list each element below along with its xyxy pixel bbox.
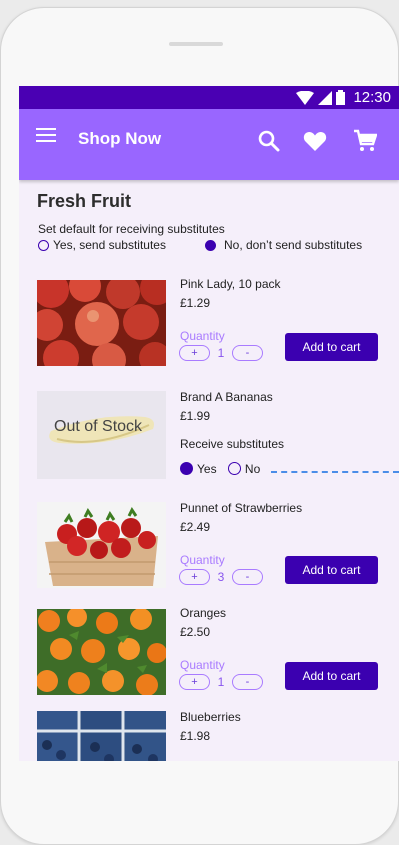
decrease-quantity-button[interactable]: - bbox=[232, 345, 263, 361]
product-card: Out of Stock Brand A Bananas £1.99 Recei… bbox=[19, 389, 399, 489]
heart-icon[interactable] bbox=[303, 130, 327, 152]
quantity-value: 1 bbox=[217, 346, 225, 360]
product-price: £1.99 bbox=[180, 409, 211, 423]
blueberries-image bbox=[37, 711, 166, 761]
substitute-options: Yes No bbox=[180, 462, 260, 476]
radio-empty-icon bbox=[227, 462, 241, 475]
quantity-value: 1 bbox=[217, 675, 225, 689]
receive-substitutes-label: Receive substitutes bbox=[180, 437, 285, 451]
wifi-icon bbox=[296, 90, 315, 105]
quantity-label: Quantity bbox=[180, 658, 225, 672]
radio-empty-icon bbox=[38, 240, 49, 251]
default-substitutes-label: Set default for receiving substitutes bbox=[38, 222, 225, 236]
strawberries-image bbox=[37, 502, 166, 588]
add-to-cart-button[interactable]: Add to cart bbox=[285, 333, 378, 361]
product-card: Pink Lady, 10 pack £1.29 Quantity + 1 - … bbox=[19, 276, 399, 376]
radio-selected-icon bbox=[205, 240, 216, 251]
radio-no-substitutes[interactable]: No, don’t send substitutes bbox=[205, 238, 362, 252]
product-name: Pink Lady, 10 pack bbox=[180, 277, 281, 291]
search-icon[interactable] bbox=[257, 129, 281, 153]
product-name: Brand A Bananas bbox=[180, 390, 273, 404]
add-to-cart-button[interactable]: Add to cart bbox=[285, 662, 378, 690]
menu-icon[interactable] bbox=[36, 128, 56, 142]
product-name: Oranges bbox=[180, 606, 227, 620]
radio-no[interactable]: No bbox=[227, 462, 260, 476]
product-card: Oranges £2.50 Quantity + 1 - Add to cart bbox=[19, 605, 399, 705]
battery-icon bbox=[336, 90, 346, 105]
apples-image bbox=[37, 280, 166, 366]
signal-icon bbox=[318, 90, 333, 105]
product-price: £2.49 bbox=[180, 520, 211, 534]
cart-icon[interactable] bbox=[353, 129, 377, 153]
decrease-quantity-button[interactable]: - bbox=[232, 674, 263, 690]
quantity-label: Quantity bbox=[180, 329, 225, 343]
app-bar: Shop Now bbox=[19, 109, 399, 180]
status-time: 12:30 bbox=[353, 89, 391, 106]
radio-send-substitutes[interactable]: Yes, send substitutes bbox=[38, 238, 166, 252]
product-price: £1.29 bbox=[180, 296, 211, 310]
increase-quantity-button[interactable]: + bbox=[179, 569, 210, 585]
product-price: £1.98 bbox=[180, 729, 211, 743]
app-title: Shop Now bbox=[78, 129, 162, 148]
quantity-value: 3 bbox=[217, 570, 225, 584]
quantity-stepper: + 1 - bbox=[179, 344, 263, 362]
product-name: Punnet of Strawberries bbox=[180, 501, 303, 515]
speaker bbox=[169, 42, 223, 46]
increase-quantity-button[interactable]: + bbox=[179, 674, 210, 690]
quantity-label: Quantity bbox=[180, 553, 225, 567]
default-substitutes-options: Yes, send substitutes No, don’t send sub… bbox=[38, 238, 398, 252]
annotation-dashed-line bbox=[271, 471, 399, 473]
product-card: Blueberries £1.98 bbox=[19, 709, 399, 761]
increase-quantity-button[interactable]: + bbox=[179, 345, 210, 361]
status-bar: 12:30 bbox=[19, 86, 399, 109]
decrease-quantity-button[interactable]: - bbox=[232, 569, 263, 585]
oranges-image bbox=[37, 609, 166, 695]
quantity-stepper: + 1 - bbox=[179, 673, 263, 691]
out-of-stock-label: Out of Stock bbox=[54, 418, 143, 435]
radio-yes[interactable]: Yes bbox=[180, 462, 217, 476]
quantity-stepper: + 3 - bbox=[179, 568, 263, 586]
add-to-cart-button[interactable]: Add to cart bbox=[285, 556, 378, 584]
product-price: £2.50 bbox=[180, 625, 211, 639]
product-name: Blueberries bbox=[180, 710, 241, 724]
app-screen: 12:30 Shop Now Fresh Fruit Set default f… bbox=[19, 86, 399, 761]
section-title: Fresh Fruit bbox=[37, 191, 132, 211]
product-card: Punnet of Strawberries £2.49 Quantity + … bbox=[19, 500, 399, 600]
radio-selected-icon bbox=[180, 462, 193, 475]
